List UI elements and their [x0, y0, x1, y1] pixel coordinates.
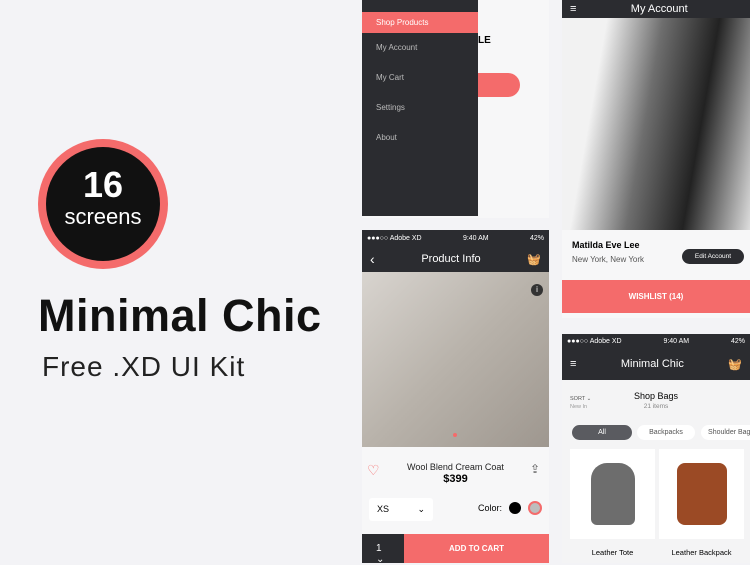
- battery: 42%: [529, 234, 544, 242]
- menu-my-account[interactable]: My Account: [362, 33, 478, 63]
- nav-title: Product Info: [421, 253, 481, 265]
- screens-badge: 16 screens: [38, 139, 168, 269]
- filter-shoulder-bags[interactable]: Shoulder Bags: [701, 425, 750, 440]
- filter-backpacks[interactable]: Backpacks: [637, 425, 695, 440]
- screen-count: 16: [82, 164, 124, 205]
- product-name: Leather Backpack: [671, 548, 732, 557]
- back-icon[interactable]: ‹: [370, 251, 375, 267]
- item-count: 21 items: [643, 403, 669, 410]
- backpack-image: [676, 463, 727, 525]
- edit-account-button[interactable]: Edit Account: [682, 249, 744, 264]
- menu-about[interactable]: About: [362, 123, 478, 153]
- time: 9:40 AM: [462, 234, 489, 242]
- menu-screen: LE Shop Products My Account My Cart Sett…: [362, 0, 549, 218]
- carousel-dot[interactable]: [453, 433, 457, 437]
- carrier: ●●●○○ Adobe XD: [567, 337, 622, 345]
- account-location: New York, New York: [572, 255, 645, 264]
- profile-photo: [562, 18, 750, 230]
- product-screen: ●●●○○ Adobe XD 9:40 AM 42% ‹ Product Info 🧺 …: [362, 230, 549, 565]
- chevron-down-icon: ⌄: [417, 504, 425, 514]
- filter-all[interactable]: All: [572, 425, 632, 440]
- color-swatch-black[interactable]: [509, 502, 521, 514]
- carrier: ●●●○○ Adobe XD: [367, 234, 422, 242]
- info-icon[interactable]: i: [531, 284, 543, 296]
- wishlist-button[interactable]: WISHLIST (14): [562, 280, 750, 313]
- menu-my-cart[interactable]: My Cart: [362, 63, 478, 93]
- qty-value: 1: [376, 543, 382, 554]
- product-name: Leather Tote: [591, 548, 634, 557]
- product-price: $399: [443, 473, 468, 485]
- menu-icon[interactable]: ≡: [570, 3, 576, 15]
- product-card-tote[interactable]: [570, 449, 655, 539]
- shop-heading: Shop Bags: [633, 391, 679, 401]
- size-select[interactable]: XS ⌄: [369, 498, 433, 521]
- status-bar: ●●●○○ Adobe XD 9:40 AM 42%: [562, 334, 750, 348]
- quantity-select[interactable]: 1 ⌄: [362, 534, 404, 565]
- kit-title: Minimal Chic: [38, 290, 322, 341]
- menu-settings[interactable]: Settings: [362, 93, 478, 123]
- nav-title: My Account: [630, 3, 688, 15]
- product-image: i: [362, 272, 549, 447]
- backpack-image: [590, 463, 635, 525]
- side-menu: Shop Products My Account My Cart Setting…: [362, 0, 478, 216]
- size-value: XS: [377, 504, 390, 514]
- color-label: Color:: [478, 503, 503, 513]
- time: 9:40 AM: [663, 337, 690, 345]
- basket-icon[interactable]: 🧺: [728, 358, 742, 371]
- kit-subtitle: Free .XD UI Kit: [42, 351, 246, 382]
- product-card-backpack[interactable]: [659, 449, 744, 539]
- battery: 42%: [730, 337, 745, 345]
- product-name: Wool Blend Cream Coat: [407, 462, 504, 472]
- partial-heading: LE: [478, 35, 491, 46]
- color-swatch-gray[interactable]: [528, 501, 542, 515]
- account-screen: ≡ My Account Matilda Eve Lee New York, Ne…: [562, 0, 750, 318]
- add-to-cart-button[interactable]: ADD TO CART: [404, 534, 549, 563]
- status-bar: ●●●○○ Adobe XD 9:40 AM 42%: [362, 230, 549, 246]
- nav-title: Minimal Chic: [620, 358, 684, 370]
- basket-icon[interactable]: 🧺: [527, 253, 541, 266]
- account-name: Matilda Eve Lee: [572, 240, 640, 250]
- menu-shop-products[interactable]: Shop Products: [362, 12, 478, 33]
- screen-count-label: screens: [64, 204, 142, 229]
- menu-icon[interactable]: ≡: [570, 358, 576, 370]
